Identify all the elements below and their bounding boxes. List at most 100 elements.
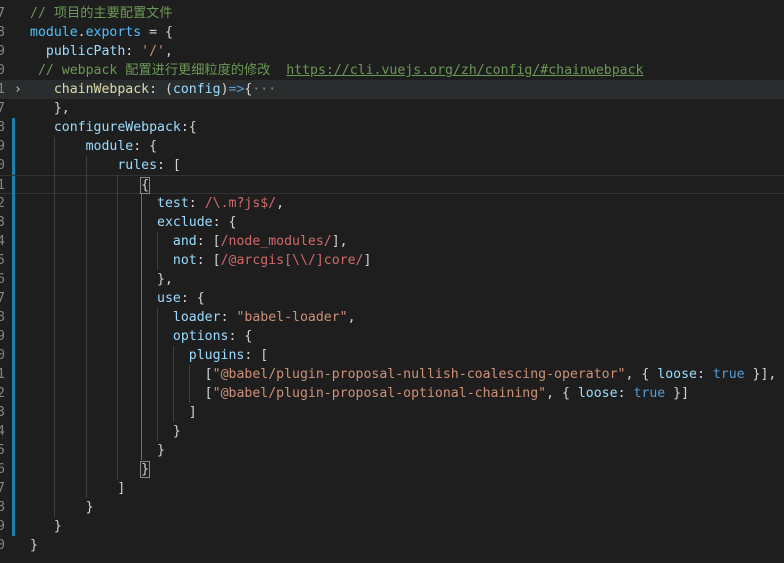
code-token: = { (141, 25, 173, 40)
indent-guide (53, 137, 55, 517)
code-token: : (188, 196, 205, 211)
code-token: https://cli.vuejs.org/zh/config/#chainwe… (286, 63, 644, 78)
code-token: /\.m?js$/ (204, 196, 277, 211)
fold-chevron-icon[interactable]: › (14, 80, 22, 99)
code-token: : ( (149, 82, 173, 97)
code-line[interactable]: 8 configureWebpack:{ (0, 118, 784, 137)
code-text: } (30, 460, 151, 479)
code-token: configureWebpack (30, 120, 181, 135)
git-modified-marker (12, 232, 15, 251)
code-token: not (30, 253, 197, 268)
code-text: // webpack 配置进行更细粒度的修改 https://cli.vuejs… (30, 61, 644, 80)
code-token: : [ (196, 234, 221, 249)
code-token: => (228, 82, 245, 97)
code-text: } (30, 422, 181, 441)
code-token: , (165, 44, 173, 59)
code-token: }, (30, 272, 173, 287)
code-line[interactable]: 7 }, (0, 99, 784, 118)
git-modified-marker (12, 176, 15, 195)
code-text: } (30, 536, 38, 555)
code-text: test: /\.m?js$/, (30, 194, 284, 213)
git-modified-marker (12, 194, 15, 213)
code-line[interactable]: 0 // webpack 配置进行更细粒度的修改 https://cli.vue… (0, 61, 784, 80)
code-line[interactable]: 0} (0, 536, 784, 555)
code-text: // 项目的主要配置文件 (30, 4, 173, 23)
indent-guide (117, 175, 119, 479)
code-token: } (30, 538, 38, 553)
code-text: { (30, 176, 151, 195)
code-token: :{ (180, 120, 197, 135)
git-modified-marker (12, 251, 15, 270)
line-number: 0 (0, 538, 5, 553)
code-token: /node_modules/ (220, 234, 332, 249)
code-token: : { (133, 139, 158, 154)
code-token: exclude (30, 215, 213, 230)
git-modified-marker (12, 498, 15, 517)
code-token: loader (30, 310, 221, 325)
code-line[interactable]: 7 ] (0, 479, 784, 498)
code-token: : (125, 44, 142, 59)
code-line[interactable]: 9 } (0, 517, 784, 536)
code-editor[interactable]: 7// 项目的主要配置文件 8 module.exports = {9 public… (0, 0, 784, 563)
code-token: ] (363, 253, 372, 268)
code-token: publicPath (30, 44, 126, 59)
code-token: exports (85, 25, 142, 40)
git-modified-marker (12, 118, 15, 137)
code-line[interactable]: 8 module.exports = { (0, 23, 784, 42)
line-number: 1 (0, 82, 5, 97)
code-token: }] (665, 386, 690, 401)
indent-guide (189, 365, 190, 403)
code-token: ) (220, 82, 229, 97)
code-token: // webpack 配置进行更细粒度的修改 (30, 63, 287, 78)
code-token: config (172, 82, 221, 97)
code-text: module: { (30, 137, 157, 156)
code-text: } (30, 517, 62, 536)
code-token: use (30, 291, 181, 306)
code-token: { (140, 177, 151, 194)
code-token: // 项目的主要配置文件 (30, 6, 173, 21)
code-token: /@arcgis[\\/]core/ (220, 253, 364, 268)
line-number: 9 (0, 44, 5, 59)
code-line[interactable]: 1 › chainWebpack: (config)=>{··· (0, 80, 784, 99)
code-token: ··· (252, 82, 277, 97)
git-modified-marker (12, 156, 15, 175)
code-line[interactable]: 8 } (0, 498, 784, 517)
code-token: module (30, 139, 134, 154)
git-modified-marker (12, 441, 15, 460)
code-token: "@babel/plugin-proposal-nullish-coalesci… (212, 367, 626, 382)
git-modified-marker (12, 308, 15, 327)
code-token: , (347, 310, 356, 325)
code-token: plugins (30, 348, 245, 363)
git-modified-marker (12, 213, 15, 232)
git-modified-marker (12, 289, 15, 308)
code-token: . (77, 25, 86, 40)
code-text: }, (30, 270, 173, 289)
code-token: and (30, 234, 197, 249)
git-modified-marker (12, 137, 15, 156)
code-token: } (140, 461, 151, 478)
code-line[interactable]: 0 rules: [ (0, 156, 784, 175)
code-token: ] (30, 405, 197, 420)
code-token: : [ (244, 348, 269, 363)
code-token: : (220, 310, 237, 325)
code-token: loose (577, 386, 618, 401)
code-text: chainWebpack: (config)=>{··· (30, 80, 276, 99)
code-token: } (30, 424, 181, 439)
code-line[interactable]: 7 // 项目的主要配置文件 (0, 4, 784, 23)
code-token: loose (657, 367, 697, 382)
line-number: 7 (0, 6, 5, 21)
git-modified-marker (12, 422, 15, 441)
code-text: }, (30, 99, 70, 118)
line-number: 0 (0, 63, 5, 78)
code-line[interactable]: 9 publicPath: '/', (0, 42, 784, 61)
code-text: loader: "babel-loader", (30, 308, 356, 327)
code-text: ] (30, 479, 125, 498)
code-line[interactable]: 9 module: { (0, 137, 784, 156)
code-token: , { (625, 367, 658, 382)
code-token: options (30, 329, 229, 344)
line-number: 7 (0, 101, 5, 116)
code-text: rules: [ (30, 156, 181, 175)
code-token: "@babel/plugin-proposal-optional-chainin… (212, 386, 547, 401)
code-token: : { (212, 215, 237, 230)
code-token: : (696, 367, 713, 382)
